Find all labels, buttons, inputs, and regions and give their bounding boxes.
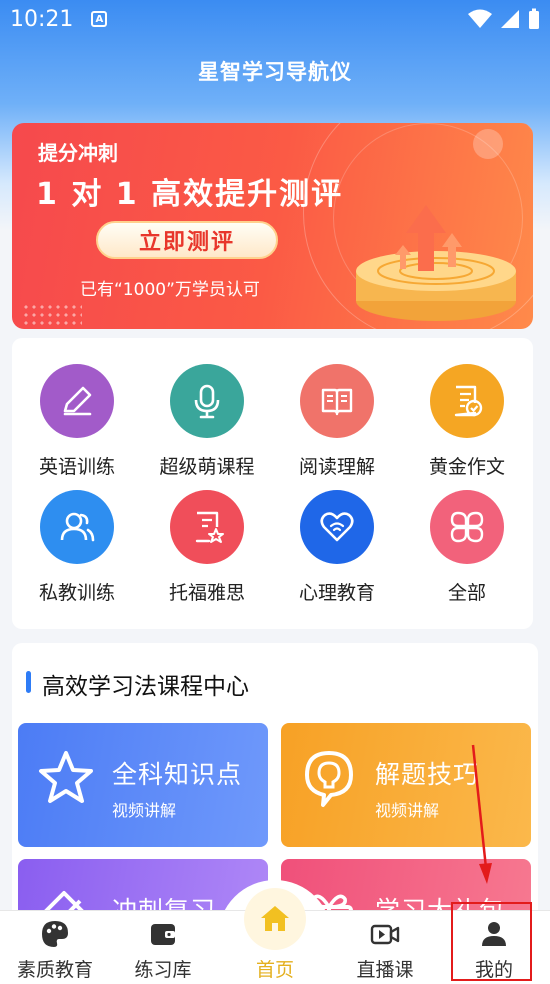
grid-item-label: 英语训练 <box>38 456 115 478</box>
battery-icon <box>529 8 539 29</box>
grid-item-all[interactable]: 全部 <box>402 490 532 605</box>
grid-item-label: 黄金作文 <box>428 456 505 478</box>
course-title: 解题技巧 <box>375 760 480 789</box>
pencil-icon <box>40 364 114 438</box>
banner-tag: 提分冲刺 <box>38 141 118 165</box>
category-grid: 英语训练 超级萌课程 阅读理解 黄金作文 私教训练 托福雅思 心理教育 全部 <box>12 338 533 629</box>
banner-heading: 1 对 1 高效提升测评 <box>36 177 344 212</box>
lightbulb-icon <box>305 751 353 807</box>
course-card-problem-solving[interactable]: 解题技巧 视频讲解 <box>281 723 531 847</box>
wifi-icon <box>468 9 492 28</box>
course-card-all-subjects[interactable]: 全科知识点 视频讲解 <box>18 723 268 847</box>
growth-chart-illustration <box>356 205 516 321</box>
star-icon <box>39 751 93 803</box>
grid-item-label: 心理教育 <box>298 582 375 604</box>
tab-practice-library[interactable]: 练习库 <box>108 911 218 984</box>
grid-item-label: 超级萌课程 <box>159 456 255 478</box>
grid-item-label: 托福雅思 <box>168 582 245 604</box>
status-time: 10:21 <box>10 6 74 32</box>
grid-item-label: 私教训练 <box>38 582 115 604</box>
promo-banner[interactable]: 提分冲刺 1 对 1 高效提升测评 立即测评 已有“1000”万学员认可 <box>12 123 533 329</box>
page-title: 星智学习导航仪 <box>198 60 352 84</box>
certificate-icon <box>170 490 244 564</box>
tab-label: 素质教育 <box>16 959 93 981</box>
grid-item-label: 阅读理解 <box>298 456 375 478</box>
grid-item-composition[interactable]: 黄金作文 <box>402 364 532 479</box>
wallet-icon <box>151 924 175 945</box>
course-title: 全科知识点 <box>112 760 243 789</box>
tab-quality-education[interactable]: 素质教育 <box>0 911 110 984</box>
status-bar: 10:21 A <box>0 0 550 38</box>
notification-a-icon: A <box>91 11 108 27</box>
section-accent-bar <box>26 671 31 693</box>
home-tab-button[interactable] <box>244 888 306 950</box>
grid-item-psychology[interactable]: 心理教育 <box>272 490 402 605</box>
clover-grid-icon <box>430 490 504 564</box>
grid-item-private-tutor[interactable]: 私教训练 <box>12 490 142 605</box>
banner-decoration <box>473 129 503 159</box>
users-icon <box>40 490 114 564</box>
banner-subtext: 已有“1000”万学员认可 <box>80 280 260 300</box>
grid-item-english[interactable]: 英语训练 <box>12 364 142 479</box>
heart-icon <box>300 490 374 564</box>
palette-icon <box>42 921 68 947</box>
microphone-icon <box>170 364 244 438</box>
section-title: 高效学习法课程中心 <box>42 674 249 700</box>
document-check-icon <box>430 364 504 438</box>
tab-live-class[interactable]: 直播课 <box>330 911 440 984</box>
book-icon <box>300 364 374 438</box>
home-icon <box>261 906 289 931</box>
tab-label: 练习库 <box>134 959 192 981</box>
course-subtitle: 视频讲解 <box>112 801 177 820</box>
tab-label: 首页 <box>255 959 294 981</box>
grid-item-label: 全部 <box>447 582 486 604</box>
video-icon <box>370 924 400 945</box>
highlight-box <box>451 902 532 981</box>
signal-icon <box>501 10 519 28</box>
grid-item-super-course[interactable]: 超级萌课程 <box>142 364 272 479</box>
banner-dots <box>22 303 82 327</box>
grid-item-toefl-ielts[interactable]: 托福雅思 <box>142 490 272 605</box>
tab-label: 直播课 <box>356 959 414 981</box>
course-subtitle: 视频讲解 <box>375 801 440 820</box>
start-assessment-button[interactable]: 立即测评 <box>96 221 278 259</box>
grid-item-reading[interactable]: 阅读理解 <box>272 364 402 479</box>
